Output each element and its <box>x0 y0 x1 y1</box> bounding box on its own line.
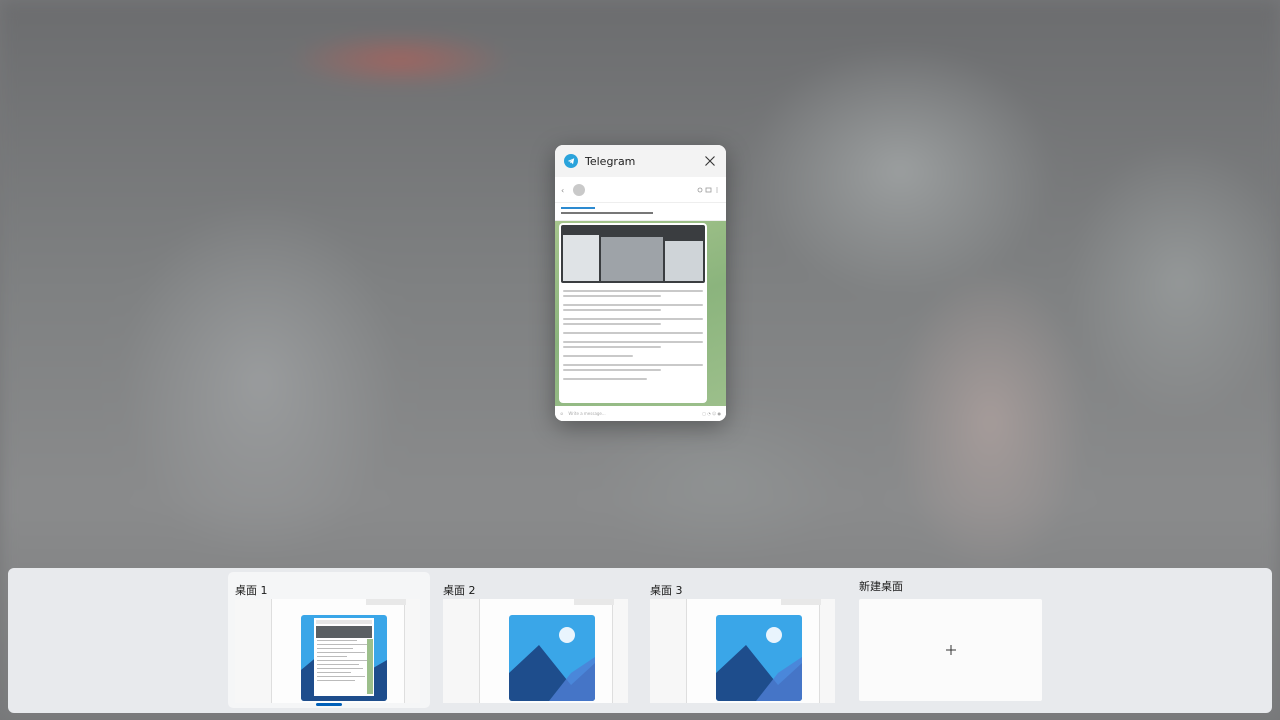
chat-header: ‹ <box>555 177 726 203</box>
chat-header-icons <box>697 186 718 193</box>
message-text-lines <box>561 283 705 380</box>
desktop-label: 桌面 1 <box>235 584 268 597</box>
message-input-placeholder: Write a message... <box>568 411 606 416</box>
desktop-thumbnail <box>235 599 420 703</box>
message-bubble <box>559 223 707 403</box>
wallpaper-icon <box>716 615 802 701</box>
plus-icon <box>945 645 956 655</box>
pinned-message-bar <box>555 203 726 221</box>
chat-area <box>555 221 726 406</box>
desktop-label: 桌面 3 <box>650 584 683 597</box>
desktop-label: 桌面 2 <box>443 584 476 597</box>
wallpaper-icon <box>509 615 595 701</box>
window-card-header: Telegram <box>555 145 726 177</box>
desktop-thumbnail <box>443 599 628 703</box>
desktop-2[interactable]: 桌面 2 <box>436 572 638 708</box>
selected-desktop-indicator <box>316 703 342 706</box>
desktop-3[interactable]: 桌面 3 <box>643 572 845 708</box>
message-image <box>561 225 705 283</box>
window-thumbnail: ‹ ⊘ Write a message... ▢ ◔ ☺ ● <box>555 177 726 421</box>
desktops-bar: 桌面 1 桌面 2 桌面 3 新建桌面 <box>8 568 1272 713</box>
desktop-thumbnail <box>650 599 835 703</box>
desktop-1[interactable]: 桌面 1 <box>228 572 430 708</box>
composer-icons: ▢ ◔ ☺ ● <box>702 411 721 416</box>
new-desktop-label: 新建桌面 <box>859 580 903 593</box>
avatar <box>573 183 585 196</box>
new-desktop-button[interactable] <box>859 599 1042 701</box>
telegram-icon <box>564 154 578 168</box>
window-title: Telegram <box>585 154 636 168</box>
close-icon[interactable] <box>702 153 718 169</box>
attach-icon: ⊘ <box>560 411 564 416</box>
message-input-bar: ⊘ Write a message... ▢ ◔ ☺ ● <box>555 406 726 421</box>
desktop-telegram-preview <box>301 615 387 701</box>
back-arrow-icon: ‹ <box>561 185 565 195</box>
telegram-window-card[interactable]: Telegram ‹ ⊘ Write a message... ▢ ◔ ☺ ● <box>555 145 726 421</box>
